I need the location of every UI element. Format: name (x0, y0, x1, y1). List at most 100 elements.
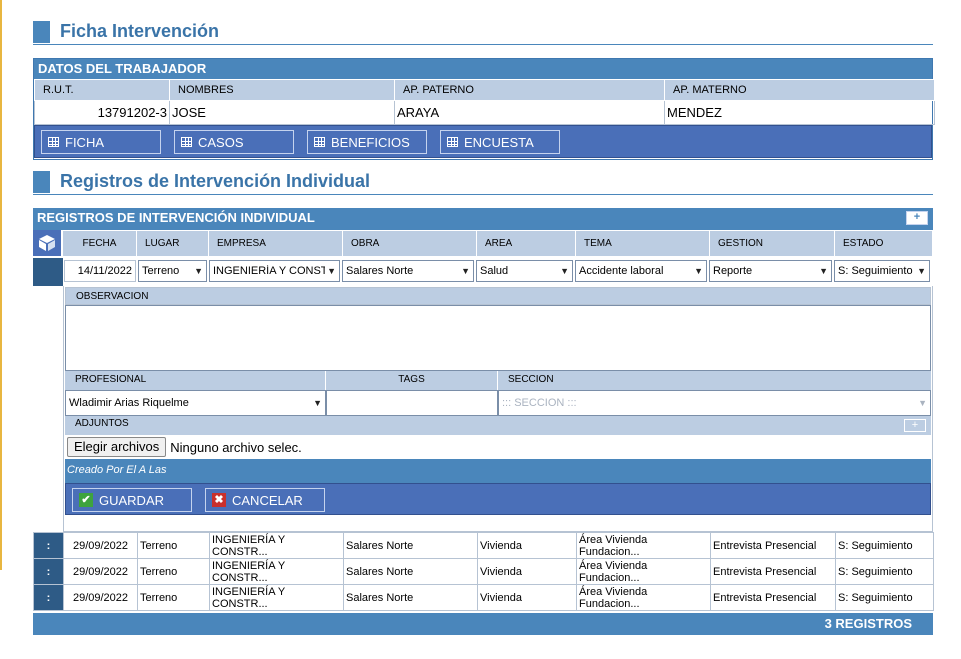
add-record-button[interactable]: + (906, 211, 928, 225)
record-count-footer: 3 REGISTROS (33, 613, 933, 635)
profesional-select[interactable]: Wladimir Arias Riquelme ▼ (65, 390, 326, 416)
cell-fecha: 29/09/2022 (63, 532, 138, 559)
tab-casos[interactable]: CASOS (174, 130, 294, 154)
row-menu-button[interactable]: : (33, 558, 64, 585)
cell-area: Vivienda (477, 584, 577, 611)
tags-input[interactable] (326, 390, 498, 416)
select-value: S: Seguimiento (838, 265, 913, 277)
area-select[interactable]: Salud ▼ (476, 260, 573, 282)
section-title-registros: Registros de Intervención Individual (33, 171, 933, 195)
registros-header-table: FECHA LUGAR EMPRESA OBRA AREA TEMA GESTI… (62, 230, 933, 257)
select-value: Terreno (142, 265, 180, 277)
table-icon (314, 137, 325, 147)
worker-materno: MENDEZ (664, 100, 935, 125)
cancel-button[interactable]: ✖ CANCELAR (205, 488, 325, 512)
lugar-select[interactable]: Terreno ▼ (138, 260, 207, 282)
tab-beneficios[interactable]: BENEFICIOS (307, 130, 427, 154)
header-rut: R.U.T. (34, 79, 170, 101)
observacion-label: OBSERVACION (65, 287, 931, 305)
header-nombres: NOMBRES (169, 79, 395, 101)
chevron-down-icon: ▼ (194, 266, 203, 276)
obra-select[interactable]: Salares Norte ▼ (342, 260, 474, 282)
seccion-select[interactable]: ::: SECCION ::: ▼ (498, 390, 931, 416)
section-marker (33, 171, 50, 193)
file-picker-row: Elegir archivos Ninguno archivo selec. (65, 435, 931, 459)
check-icon: ✔ (79, 493, 93, 507)
created-by: Creado Por El A Las (65, 459, 931, 483)
cell-estado: S: Seguimiento (835, 532, 934, 559)
registros-header-row: FECHA LUGAR EMPRESA OBRA AREA TEMA GESTI… (33, 230, 933, 257)
cell-empresa: INGENIERÍA Y CONSTR... (209, 532, 344, 559)
row-menu-button[interactable]: : (33, 584, 64, 611)
page-title: Ficha Intervención (60, 21, 220, 41)
cell-estado: S: Seguimiento (835, 584, 934, 611)
registros-title: REGISTROS DE INTERVENCIÓN INDIVIDUAL (37, 210, 315, 225)
worker-panel: DATOS DEL TRABAJADOR R.U.T. NOMBRES AP. … (33, 58, 935, 160)
select-placeholder: ::: SECCION ::: (502, 397, 577, 409)
tags-label: TAGS (326, 371, 498, 390)
table-icon (447, 137, 458, 147)
profesional-label: PROFESIONAL (65, 371, 326, 390)
tab-label: BENEFICIOS (331, 134, 410, 150)
cell-area: Vivienda (477, 532, 577, 559)
save-label: GUARDAR (99, 492, 165, 508)
row-menu-button[interactable]: : (33, 532, 64, 559)
section-marker (33, 21, 50, 43)
tab-label: ENCUESTA (464, 134, 534, 150)
table-icon (48, 137, 59, 147)
cell-lugar: Terreno (137, 584, 210, 611)
col-estado: ESTADO (834, 230, 933, 257)
registros-table: : 29/09/2022 Terreno INGENIERÍA Y CONSTR… (33, 532, 934, 611)
empresa-select[interactable]: INGENIERÍA Y CONSTRUC▼ (209, 260, 340, 282)
fecha-input[interactable]: 14/11/2022 (64, 260, 136, 282)
cell-lugar: Terreno (137, 532, 210, 559)
cell-empresa: INGENIERÍA Y CONSTR... (209, 584, 344, 611)
table-row[interactable]: : 29/09/2022 Terreno INGENIERÍA Y CONSTR… (33, 532, 934, 559)
new-record-row: 14/11/2022 Terreno ▼ INGENIERÍA Y CONSTRU… (33, 258, 933, 286)
cell-tema: Área Vivienda Fundacion... (576, 558, 711, 585)
select-value: Accidente laboral (579, 265, 664, 277)
chevron-down-icon: ▼ (313, 398, 322, 408)
worker-rut: 13791202-3 (34, 100, 170, 125)
chevron-down-icon: ▼ (461, 266, 470, 276)
worker-tab-bar: FICHA CASOS BENEFICIOS ENCUESTA (34, 125, 932, 158)
chevron-down-icon: ▼ (560, 266, 569, 276)
observacion-textarea[interactable] (65, 305, 931, 371)
chevron-down-icon: ▼ (327, 266, 336, 276)
worker-panel-header: DATOS DEL TRABAJADOR (34, 59, 932, 79)
tab-ficha[interactable]: FICHA (41, 130, 161, 154)
col-empresa: EMPRESA (208, 230, 343, 257)
adjuntos-label: ADJUNTOS (75, 418, 129, 429)
tab-encuesta[interactable]: ENCUESTA (440, 130, 560, 154)
table-row[interactable]: : 29/09/2022 Terreno INGENIERÍA Y CONSTR… (33, 558, 934, 585)
cell-gestion: Entrevista Presencial (710, 532, 836, 559)
tema-select[interactable]: Accidente laboral ▼ (575, 260, 707, 282)
col-obra: OBRA (342, 230, 477, 257)
col-area: AREA (476, 230, 576, 257)
cell-gestion: Entrevista Presencial (710, 584, 836, 611)
cell-tema: Área Vivienda Fundacion... (576, 584, 711, 611)
chevron-down-icon: ▼ (694, 266, 703, 276)
cell-obra: Salares Norte (343, 532, 478, 559)
row-actions-header[interactable] (33, 230, 62, 256)
gestion-select[interactable]: Reporte ▼ (709, 260, 832, 282)
chevron-down-icon: ▼ (917, 266, 926, 276)
section-heading: Registros de Intervención Individual (60, 171, 371, 191)
record-detail-form: OBSERVACION PROFESIONAL TAGS SECCION Wla… (63, 286, 933, 532)
cube-icon (39, 235, 55, 251)
cell-obra: Salares Norte (343, 584, 478, 611)
estado-select[interactable]: S: Seguimiento ▼ (834, 260, 930, 282)
seccion-label: SECCION (508, 374, 554, 385)
registros-panel-header: REGISTROS DE INTERVENCIÓN INDIVIDUAL + (33, 208, 933, 230)
save-button[interactable]: ✔ GUARDAR (72, 488, 192, 512)
profesional-input-row: Wladimir Arias Riquelme ▼ ::: SECCION :::… (65, 390, 931, 416)
table-row[interactable]: : 29/09/2022 Terreno INGENIERÍA Y CONSTR… (33, 584, 934, 611)
cell-obra: Salares Norte (343, 558, 478, 585)
choose-files-button[interactable]: Elegir archivos (67, 437, 167, 457)
add-attachment-button[interactable]: + (904, 419, 926, 432)
profesional-header-row: PROFESIONAL TAGS SECCION (65, 371, 931, 390)
header-materno: AP. MATERNO (664, 79, 935, 101)
registros-panel: REGISTROS DE INTERVENCIÓN INDIVIDUAL + F… (33, 208, 934, 635)
cell-area: Vivienda (477, 558, 577, 585)
table-icon (181, 137, 192, 147)
